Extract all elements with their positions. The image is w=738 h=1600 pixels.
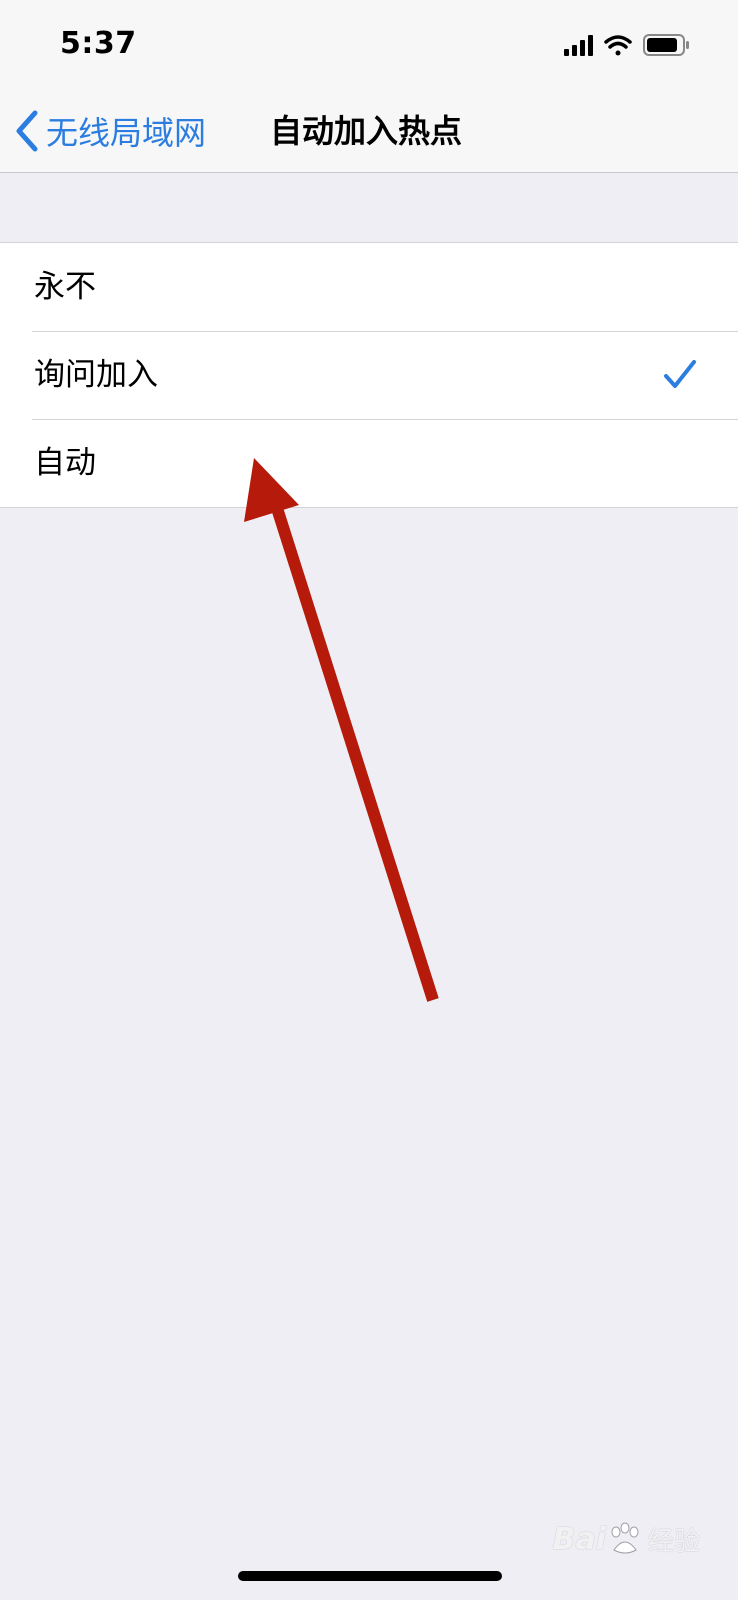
navigation-bar: 无线局域网 自动加入热点	[0, 90, 738, 173]
page-title: 自动加入热点	[270, 112, 463, 150]
options-list: 永不 询问加入 自动	[0, 242, 738, 508]
option-ask-to-join[interactable]: 询问加入	[0, 331, 738, 419]
watermark-suffix: 经验	[647, 1526, 700, 1557]
option-never[interactable]: 永不	[0, 243, 738, 331]
option-automatic[interactable]: 自动	[0, 419, 738, 507]
status-time: 5:37	[60, 26, 137, 61]
red-arrow-annotation	[244, 458, 439, 1002]
battery-icon	[643, 34, 689, 56]
watermark-brand: Bai	[552, 1521, 606, 1557]
checkmark-icon	[664, 360, 696, 388]
back-button[interactable]: 无线局域网	[14, 106, 206, 156]
home-indicator[interactable]	[238, 1571, 502, 1581]
option-label: 永不	[34, 269, 96, 305]
watermark: Bai 经验	[553, 1520, 700, 1558]
baidu-paw-icon	[611, 1522, 639, 1554]
status-icons	[564, 32, 694, 58]
back-button-label: 无线局域网	[46, 114, 207, 152]
option-label: 询问加入	[34, 357, 158, 393]
signal-icon	[564, 35, 593, 56]
status-bar: 5:37	[0, 0, 738, 90]
wifi-icon	[604, 35, 632, 56]
option-label: 自动	[34, 445, 96, 481]
chevron-left-icon	[16, 110, 38, 152]
